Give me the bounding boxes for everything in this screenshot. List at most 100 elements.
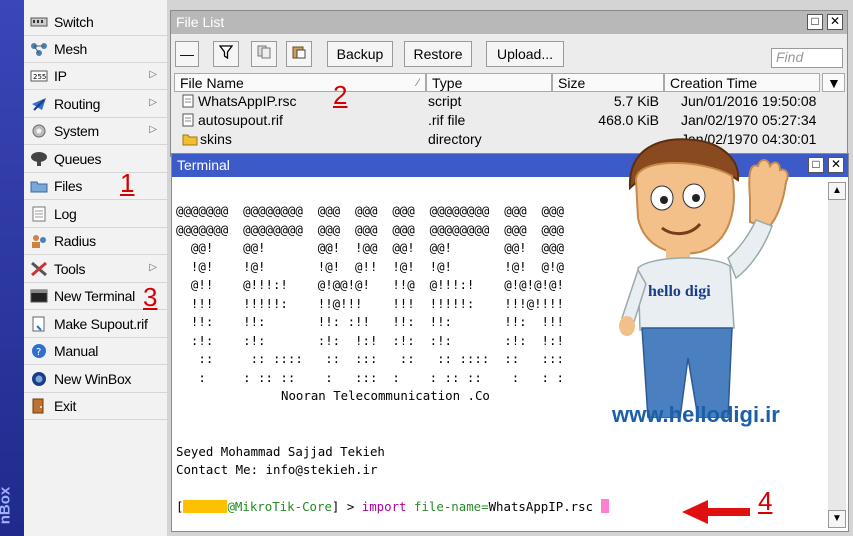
command-value: WhatsAppIP.rsc (488, 499, 594, 514)
remove-icon[interactable]: — (175, 41, 199, 67)
sidebar-item-label: Exit (54, 398, 77, 414)
sidebar-item-exit[interactable]: Exit (24, 393, 167, 420)
radius-icon (29, 233, 49, 249)
arrow-pointer-icon (682, 500, 750, 524)
maximize-icon[interactable]: □ (808, 157, 824, 173)
column-header-type[interactable]: Type (426, 73, 552, 92)
submenu-arrow-icon: ▷ (149, 262, 157, 273)
cell-name: WhatsAppIP.rsc (198, 93, 297, 109)
sidebar-item-manual[interactable]: ? Manual (24, 338, 167, 365)
cell-name: skins (200, 131, 232, 147)
close-icon[interactable]: ✕ (827, 14, 843, 30)
brand-text: nBox (0, 486, 14, 525)
sidebar-item-tools[interactable]: Tools ▷ (24, 256, 167, 283)
cell-type: script (428, 93, 462, 109)
sidebar-item-radius[interactable]: Radius (24, 228, 167, 255)
sidebar-item-make-supout-rif[interactable]: Make Supout.rif (24, 311, 167, 338)
queues-icon (29, 151, 49, 167)
submenu-arrow-icon: ▷ (149, 124, 157, 135)
mesh-icon (29, 41, 49, 57)
copy-icon[interactable] (251, 41, 277, 67)
contact-line: Contact Me: info@stekieh.ir (176, 462, 378, 477)
sidebar-item-routing[interactable]: Routing ▷ (24, 91, 167, 118)
backup-button[interactable]: Backup (327, 41, 393, 67)
svg-text:?: ? (36, 347, 41, 358)
mascot-shirt-text: hello digi (648, 283, 711, 300)
cell-type: .rif file (428, 112, 466, 128)
sidebar-item-label: Queues (54, 151, 102, 167)
sidebar-item-system[interactable]: System ▷ (24, 118, 167, 145)
system-gear-icon (29, 123, 49, 139)
column-menu-icon[interactable]: ▼ (822, 73, 845, 92)
switch-icon (29, 14, 49, 30)
table-row[interactable]: WhatsAppIP.rsc script 5.7 KiB Jun/01/2016 1… (174, 92, 824, 111)
close-icon[interactable]: ✕ (828, 157, 844, 173)
mascot-illustration: hello digi (619, 138, 789, 418)
annotation-4: 4 (758, 486, 773, 516)
cell-size: 5.7 KiB (613, 93, 659, 109)
sidebar-item-new-winbox[interactable]: New WinBox (24, 366, 167, 393)
sidebar-item-label: Manual (54, 343, 99, 359)
terminal-title: Terminal (177, 157, 230, 173)
submenu-arrow-icon: ▷ (149, 97, 157, 108)
filter-icon[interactable] (213, 41, 239, 67)
sidebar-item-switch[interactable]: Switch (24, 9, 167, 36)
site-watermark: www.hellodigi.ir (612, 402, 780, 427)
sidebar-item-label: New WinBox (54, 371, 132, 387)
cell-type: directory (428, 131, 482, 147)
log-icon (29, 206, 49, 222)
scroll-up-icon[interactable]: ▲ (828, 182, 846, 200)
file-list-title: File List (176, 14, 225, 30)
paste-icon[interactable] (286, 41, 312, 67)
sidebar-item-label: Files (54, 178, 83, 194)
terminal-cursor (600, 499, 609, 513)
terminal-icon (29, 288, 49, 304)
file-list-toolbar: — Backup Restore Upload... Find (171, 39, 847, 71)
cell-name: autosupout.rif (198, 112, 283, 128)
upload-button[interactable]: Upload... (486, 41, 564, 67)
file-list-titlebar[interactable]: File List □ ✕ (171, 11, 847, 34)
supout-icon (29, 316, 49, 332)
column-header-creation-time[interactable]: Creation Time (664, 73, 820, 92)
sidebar-item-label: System (54, 123, 99, 139)
annotation-1: 1 (120, 168, 135, 198)
sidebar-item-queues[interactable]: Queues (24, 146, 167, 173)
sidebar-item-label: Tools (54, 261, 86, 277)
routing-icon (29, 96, 49, 112)
sidebar-item-log[interactable]: Log (24, 201, 167, 228)
sort-icon: ⁄ (417, 77, 419, 89)
column-header-file-name[interactable]: File Name ⁄ (174, 73, 426, 92)
sidebar-item-mesh[interactable]: Mesh (24, 36, 167, 63)
prompt-suffix: ] > (331, 499, 362, 514)
sidebar: Switch Mesh 255 IP ▷ Routing ▷ System ▷ Queues Fil… (24, 0, 168, 536)
find-input[interactable]: Find (771, 48, 843, 68)
command-keyword: import (361, 499, 407, 514)
sidebar-item-label: Mesh (54, 41, 88, 57)
sidebar-item-label: Make Supout.rif (54, 316, 148, 332)
sidebar-item-label: Routing (54, 96, 101, 112)
help-icon: ? (29, 343, 49, 359)
annotation-2: 2 (333, 80, 348, 110)
sidebar-item-ip[interactable]: 255 IP ▷ (24, 63, 167, 90)
svg-text:255: 255 (33, 73, 46, 81)
brand-strip: nBox (0, 0, 24, 536)
maximize-icon[interactable]: □ (807, 14, 823, 30)
winbox-icon (29, 371, 49, 387)
annotation-3: 3 (143, 282, 158, 312)
exit-icon (29, 398, 49, 414)
sidebar-item-label: Log (54, 206, 77, 222)
ip-icon: 255 (29, 68, 49, 84)
sidebar-item-label: IP (54, 68, 67, 84)
column-header-size[interactable]: Size (552, 73, 664, 92)
restore-button[interactable]: Restore (404, 41, 472, 67)
command-arg: file-name= (413, 499, 489, 514)
terminal-scrollbar[interactable]: ▲ ▼ (828, 182, 846, 528)
sidebar-item-label: New Terminal (54, 288, 135, 304)
sidebar-item-label: Switch (54, 14, 94, 30)
scroll-down-icon[interactable]: ▼ (828, 510, 846, 528)
sidebar-item-files[interactable]: Files (24, 173, 167, 200)
tools-icon (29, 261, 49, 277)
